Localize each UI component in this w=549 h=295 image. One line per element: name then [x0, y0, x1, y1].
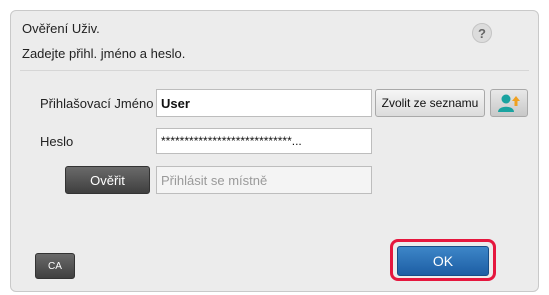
ok-button[interactable]: OK — [397, 246, 489, 276]
help-button[interactable]: ? — [472, 23, 492, 43]
verify-button[interactable]: Ověřit — [65, 166, 150, 194]
local-login-field[interactable]: Přihlásit se místně — [156, 166, 372, 194]
login-name-label: Přihlašovací Jméno — [40, 96, 154, 111]
divider — [20, 70, 529, 71]
password-field[interactable]: ****************************... — [156, 128, 372, 154]
dialog-title: Ověření Uživ. — [22, 21, 100, 36]
login-name-field[interactable]: User — [156, 89, 372, 117]
question-mark-icon: ? — [478, 25, 486, 41]
address-book-button[interactable] — [490, 89, 528, 117]
user-add-icon — [498, 94, 520, 112]
choose-from-list-button[interactable]: Zvolit ze seznamu — [375, 89, 485, 117]
password-label: Heslo — [40, 134, 74, 149]
clear-all-button[interactable]: CA — [35, 253, 75, 279]
dialog-subtitle: Zadejte přihl. jméno a heslo. — [22, 46, 186, 61]
